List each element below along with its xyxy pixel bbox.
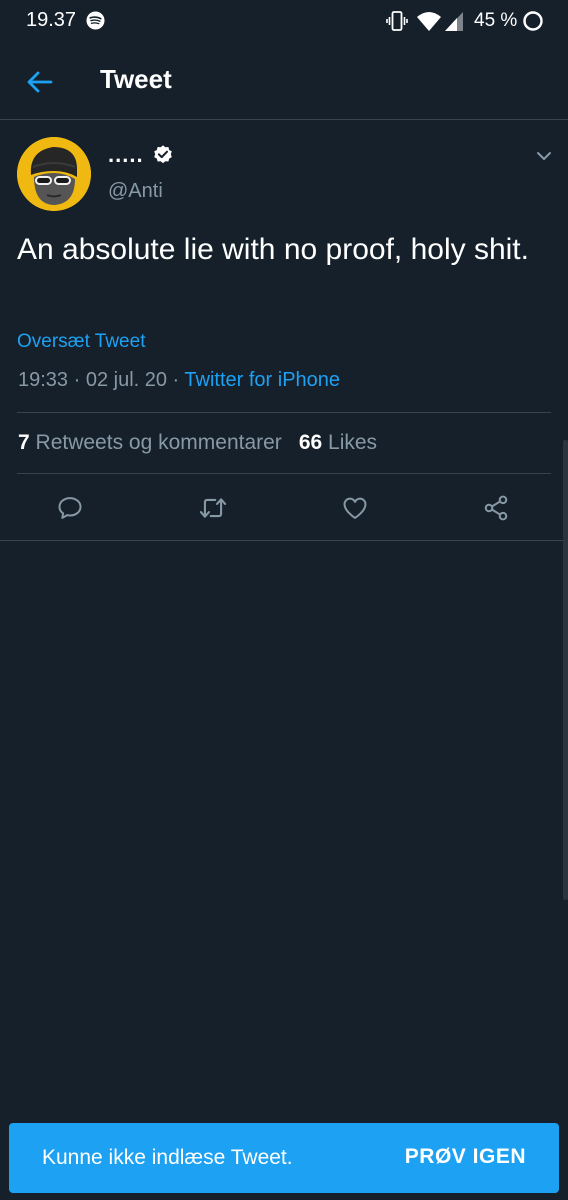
- spotify-icon: [86, 11, 105, 30]
- scrollbar[interactable]: [563, 440, 568, 900]
- share-button[interactable]: [480, 492, 512, 524]
- avatar[interactable]: [17, 137, 91, 211]
- like-button[interactable]: [339, 492, 371, 524]
- reply-button[interactable]: [54, 492, 86, 524]
- retweets-stat[interactable]: 7 Retweets og kommentarer: [18, 431, 282, 455]
- tweet-options-button[interactable]: [532, 144, 556, 168]
- divider: [17, 473, 551, 474]
- tweet-stats: 7 Retweets og kommentarer 66 Likes: [18, 431, 377, 455]
- app-header: Tweet: [0, 44, 568, 120]
- status-time: 19.37: [26, 9, 77, 31]
- retry-button[interactable]: PRØV IGEN: [405, 1145, 526, 1169]
- chevron-down-icon: [537, 152, 551, 160]
- tweet-meta: 19:33 · 02 jul. 20 · Twitter for iPhone: [18, 369, 340, 392]
- tweet-timestamp: 19:33 · 02 jul. 20 ·: [18, 369, 185, 391]
- battery-percentage: 45 %: [474, 10, 518, 31]
- arrow-left-icon: [27, 71, 53, 93]
- divider: [17, 412, 551, 413]
- avatar-image: [17, 137, 91, 211]
- likes-stat[interactable]: 66 Likes: [299, 431, 377, 455]
- heart-icon: [343, 497, 367, 519]
- share-icon: [484, 495, 508, 521]
- tweet-text: An absolute lie with no proof, holy shit…: [17, 233, 529, 266]
- page-title: Tweet: [100, 64, 172, 94]
- reply-icon: [58, 497, 82, 519]
- error-snackbar: Kunne ikke indlæse Tweet. PRØV IGEN: [9, 1123, 559, 1193]
- likes-label: Likes: [328, 431, 378, 454]
- user-handle[interactable]: @Anti: [108, 180, 163, 203]
- divider: [0, 540, 568, 541]
- retweet-icon: [199, 498, 227, 518]
- wifi-icon: [417, 12, 441, 31]
- battery-icon: [523, 11, 543, 31]
- display-name[interactable]: .....: [108, 142, 144, 168]
- status-bar: 19.37 45 %: [0, 0, 568, 44]
- back-button[interactable]: [20, 62, 60, 102]
- author-name-row[interactable]: .....: [108, 140, 174, 170]
- snackbar-message: Kunne ikke indlæse Tweet.: [42, 1146, 293, 1169]
- likes-count: 66: [298, 431, 323, 454]
- retweet-button[interactable]: [197, 492, 229, 524]
- retweets-label: Retweets og kommentarer: [35, 431, 282, 454]
- vibrate-icon: [386, 11, 408, 31]
- translate-tweet-link[interactable]: Oversæt Tweet: [17, 331, 145, 353]
- tweet-source-link[interactable]: Twitter for iPhone: [184, 369, 340, 391]
- cell-signal-icon: [445, 12, 463, 31]
- retweets-count: 7: [18, 431, 30, 454]
- verified-badge-icon: [153, 145, 172, 164]
